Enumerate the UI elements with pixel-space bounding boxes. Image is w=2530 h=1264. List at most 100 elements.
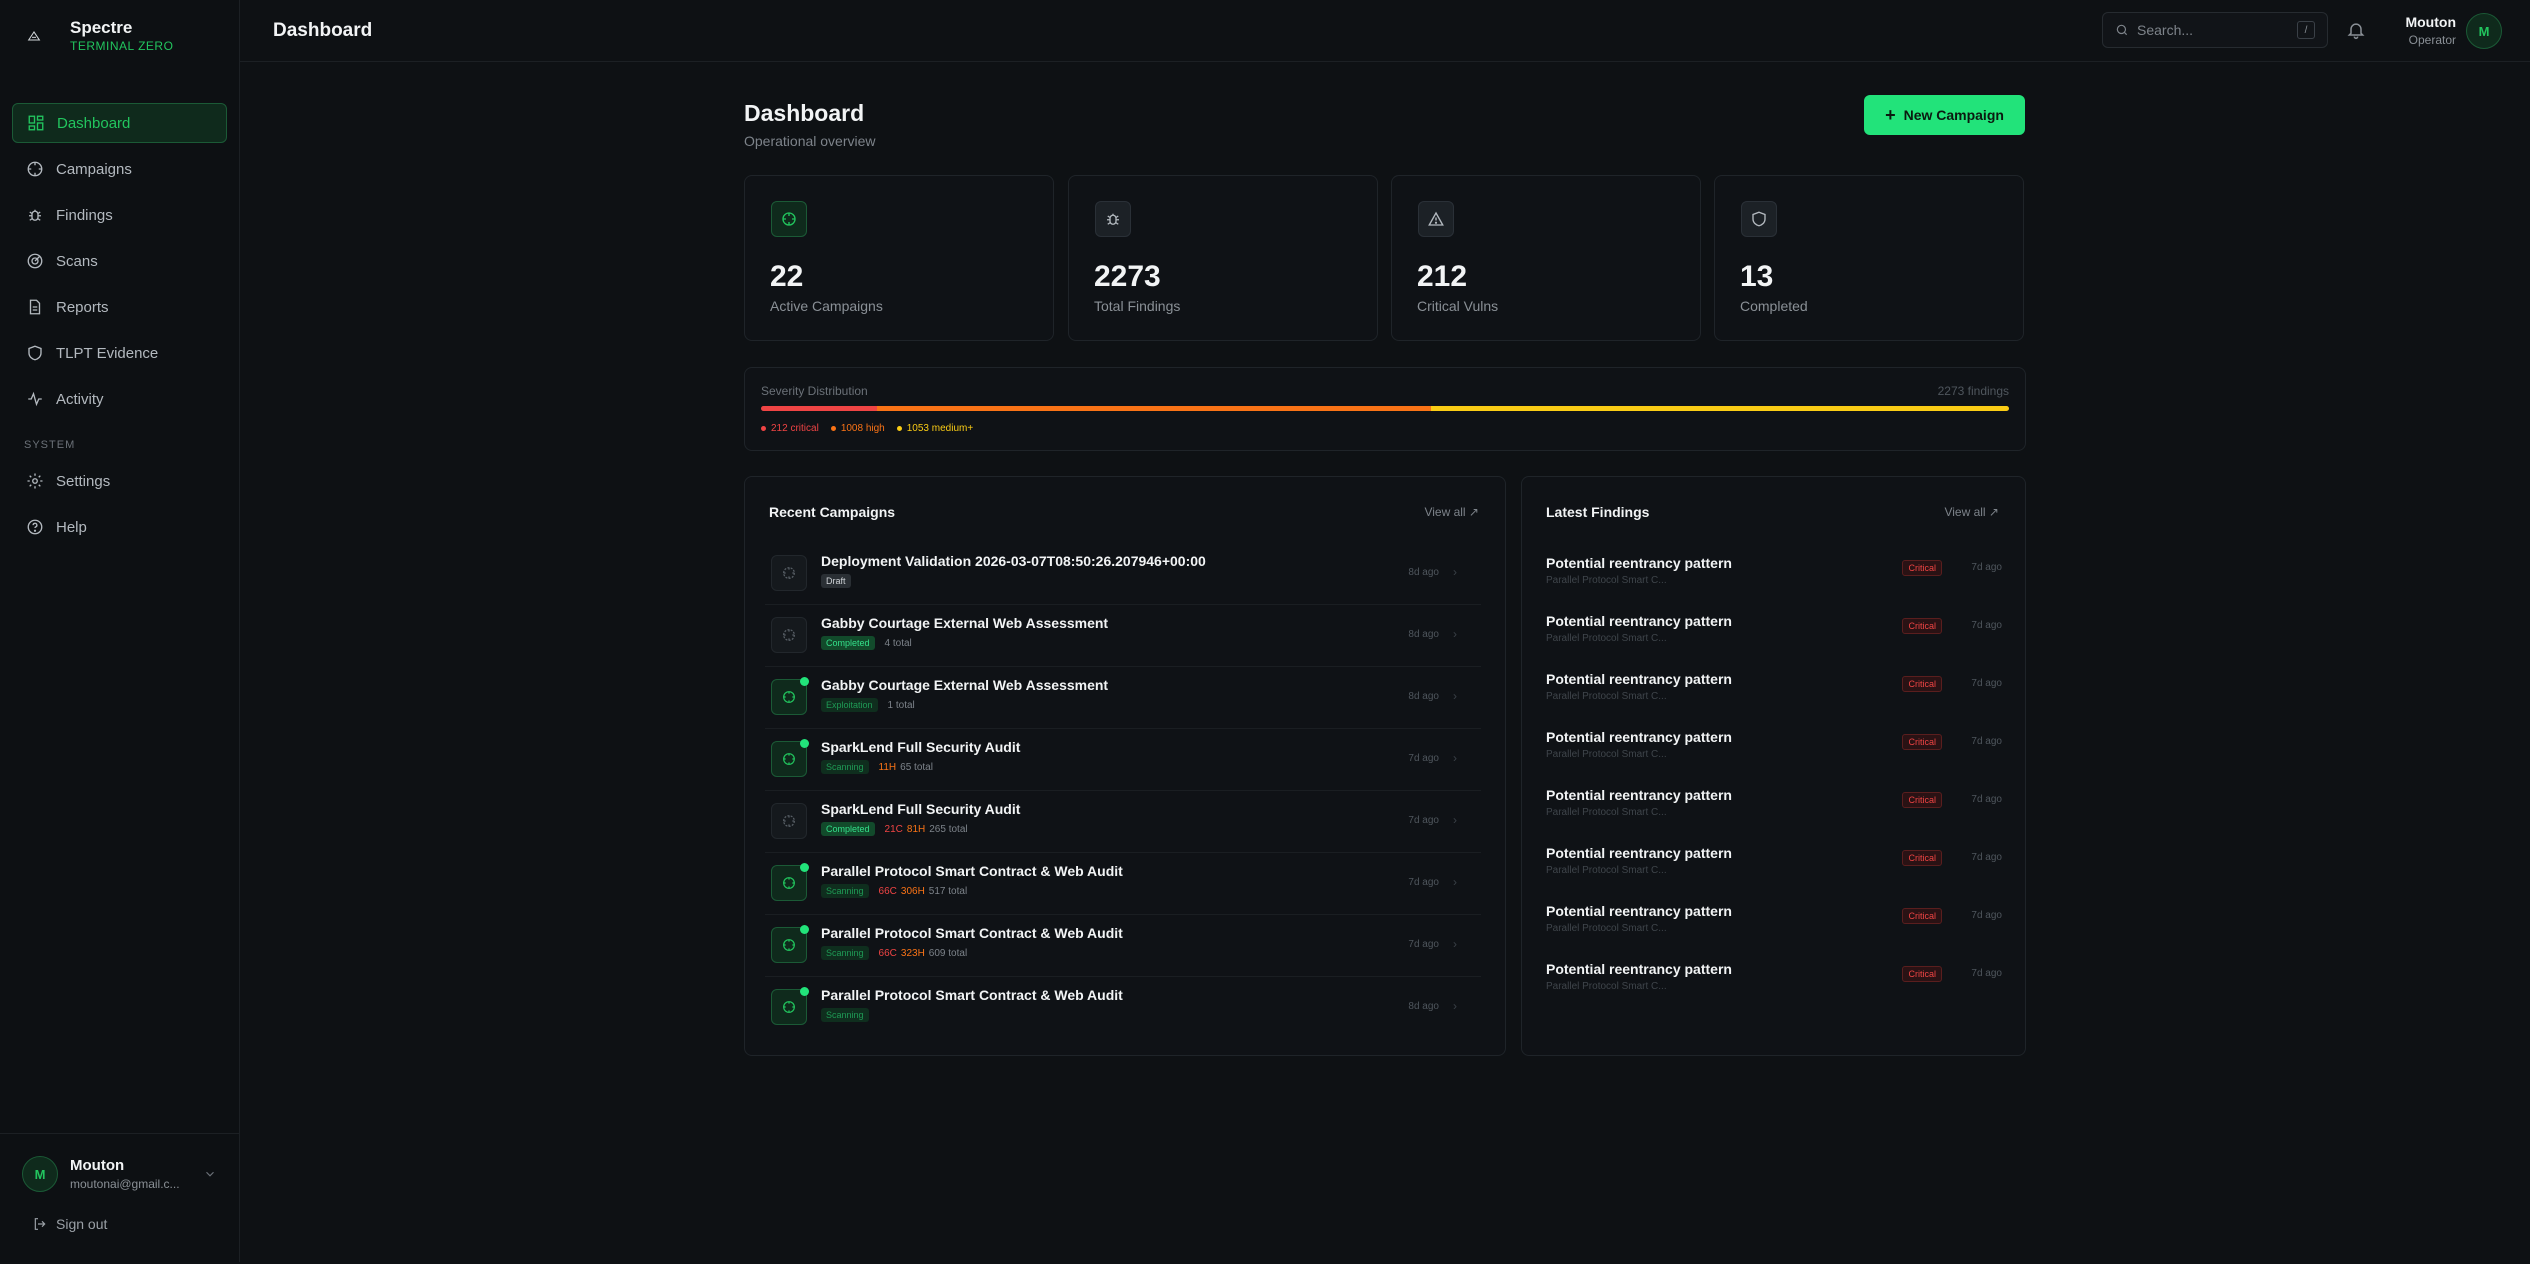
high-count: 323H: [900, 947, 925, 959]
campaign-time: 7d ago: [1408, 877, 1439, 888]
campaign-row[interactable]: Gabby Courtage External Web Assessment E…: [765, 667, 1481, 729]
high-count: 11H: [878, 761, 897, 773]
live-status-dot: [800, 863, 809, 872]
high-count: 81H: [906, 823, 926, 835]
campaign-time: 7d ago: [1408, 753, 1439, 764]
finding-row[interactable]: Potential reentrancy pattern Parallel Pr…: [1546, 779, 2002, 837]
campaign-crosshair-icon: [771, 925, 809, 963]
stat-label: Total Findings: [1094, 298, 1181, 314]
search-input[interactable]: Search... /: [2102, 12, 2328, 48]
chevron-right-icon: ›: [1453, 689, 1457, 703]
severity-badge: Critical: [1902, 560, 1942, 576]
finding-row[interactable]: Potential reentrancy pattern Parallel Pr…: [1546, 721, 2002, 779]
user-menu[interactable]: M Mouton moutonai@gmail.c...: [22, 1156, 217, 1192]
chevron-right-icon: ›: [1453, 999, 1457, 1013]
finding-name: Potential reentrancy pattern: [1546, 961, 1732, 977]
status-badge: Exploitation: [821, 698, 878, 712]
campaign-row[interactable]: SparkLend Full Security Audit Scanning 1…: [765, 729, 1481, 791]
sidebar-item-reports[interactable]: Reports: [12, 287, 227, 327]
campaign-time: 8d ago: [1408, 629, 1439, 640]
stat-card-active-campaigns[interactable]: 22 Active Campaigns: [744, 175, 1054, 341]
legend-label: 212 critical: [771, 423, 819, 434]
bell-icon[interactable]: [2346, 20, 2366, 40]
medium-dot-icon: [896, 426, 902, 431]
severity-badge: Critical: [1902, 676, 1942, 692]
finding-row[interactable]: Potential reentrancy pattern Parallel Pr…: [1546, 837, 2002, 895]
campaign-name: Deployment Validation 2026-03-07T08:50:2…: [821, 553, 1206, 569]
severity-total: 2273 findings: [1937, 384, 2009, 398]
crosshair-icon: [27, 161, 43, 177]
campaign-meta: Scanning 66C 323H 609 total: [821, 946, 967, 960]
finding-campaign: Parallel Protocol Smart C...: [1546, 807, 1667, 818]
severity-segment-critical: [761, 406, 878, 411]
finding-row[interactable]: Potential reentrancy pattern Parallel Pr…: [1546, 953, 2002, 1011]
campaign-meta: Scanning 11H 65 total: [821, 760, 933, 774]
sidebar: Spectre TERMINAL ZERO Dashboard Campaign…: [0, 0, 240, 1262]
chevron-down-icon[interactable]: [203, 1167, 217, 1181]
campaign-crosshair-icon: [771, 987, 809, 1025]
campaign-row[interactable]: Parallel Protocol Smart Contract & Web A…: [765, 977, 1481, 1039]
finding-name: Potential reentrancy pattern: [1546, 613, 1732, 629]
chevron-right-icon: ›: [1453, 627, 1457, 641]
sidebar-item-tlpt-evidence[interactable]: TLPT Evidence: [12, 333, 227, 373]
total-count: 609 total: [928, 947, 968, 959]
stat-card-critical-vulns[interactable]: 212 Critical Vulns: [1391, 175, 1701, 341]
topbar-user[interactable]: Mouton Operator: [2388, 14, 2456, 47]
campaign-meta: Draft: [821, 574, 861, 588]
campaign-row[interactable]: Parallel Protocol Smart Contract & Web A…: [765, 915, 1481, 977]
finding-campaign: Parallel Protocol Smart C...: [1546, 575, 1667, 586]
status-badge: Scanning: [821, 760, 869, 774]
campaign-crosshair-icon: [771, 677, 809, 715]
brand[interactable]: Spectre TERMINAL ZERO: [22, 18, 173, 54]
finding-row[interactable]: Potential reentrancy pattern Parallel Pr…: [1546, 547, 2002, 605]
stat-card-completed[interactable]: 13 Completed: [1714, 175, 2024, 341]
sidebar-item-help[interactable]: Help: [12, 507, 227, 547]
search-shortcut: /: [2297, 21, 2315, 39]
stat-card-total-findings[interactable]: 2273 Total Findings: [1068, 175, 1378, 341]
campaign-time: 7d ago: [1408, 815, 1439, 826]
status-badge: Scanning: [821, 946, 869, 960]
campaign-row[interactable]: SparkLend Full Security Audit Completed …: [765, 791, 1481, 853]
finding-row[interactable]: Potential reentrancy pattern Parallel Pr…: [1546, 895, 2002, 953]
finding-campaign: Parallel Protocol Smart C...: [1546, 749, 1667, 760]
view-all-findings-link[interactable]: View all ↗: [1944, 505, 1999, 519]
sidebar-item-dashboard[interactable]: Dashboard: [12, 103, 227, 143]
view-all-campaigns-link[interactable]: View all ↗: [1424, 505, 1479, 519]
topbar-user-name: Mouton: [2405, 14, 2456, 30]
help-icon: [27, 519, 43, 535]
topbar-user-role: Operator: [2408, 33, 2456, 47]
avatar[interactable]: M: [2466, 13, 2502, 49]
legend-critical: 212 critical: [761, 423, 819, 434]
finding-time: 7d ago: [1971, 678, 2002, 689]
finding-row[interactable]: Potential reentrancy pattern Parallel Pr…: [1546, 605, 2002, 663]
sidebar-item-campaigns[interactable]: Campaigns: [12, 149, 227, 189]
campaign-row[interactable]: Deployment Validation 2026-03-07T08:50:2…: [765, 543, 1481, 605]
new-campaign-button[interactable]: + New Campaign: [1864, 95, 2025, 135]
finding-name: Potential reentrancy pattern: [1546, 555, 1732, 571]
avatar: M: [22, 1156, 58, 1192]
campaign-row[interactable]: Gabby Courtage External Web Assessment C…: [765, 605, 1481, 667]
high-count: 306H: [900, 885, 925, 897]
campaign-row[interactable]: Parallel Protocol Smart Contract & Web A…: [765, 853, 1481, 915]
stat-label: Critical Vulns: [1417, 298, 1499, 314]
sidebar-item-activity[interactable]: Activity: [12, 379, 227, 419]
sidebar-item-findings[interactable]: Findings: [12, 195, 227, 235]
sidebar-section-system: SYSTEM: [24, 439, 76, 451]
bug-icon: [29, 209, 41, 221]
status-badge: Completed: [821, 636, 875, 650]
campaign-name: Gabby Courtage External Web Assessment: [821, 677, 1109, 693]
finding-row[interactable]: Potential reentrancy pattern Parallel Pr…: [1546, 663, 2002, 721]
stat-value: 212: [1417, 260, 1468, 293]
shield-icon: [1741, 201, 1777, 237]
severity-bar: [761, 406, 2009, 411]
status-badge: Completed: [821, 822, 875, 836]
sidebar-item-scans[interactable]: Scans: [12, 241, 227, 281]
chevron-right-icon: ›: [1453, 875, 1457, 889]
user-email: moutonai@gmail.c...: [70, 1177, 180, 1191]
plus-icon: +: [1885, 104, 1896, 125]
critical-count: 21C: [884, 823, 903, 835]
chevron-right-icon: ›: [1453, 751, 1457, 765]
brand-name: Spectre: [70, 18, 133, 37]
sidebar-item-settings[interactable]: Settings: [12, 461, 227, 501]
sign-out-button[interactable]: Sign out: [22, 1216, 217, 1232]
